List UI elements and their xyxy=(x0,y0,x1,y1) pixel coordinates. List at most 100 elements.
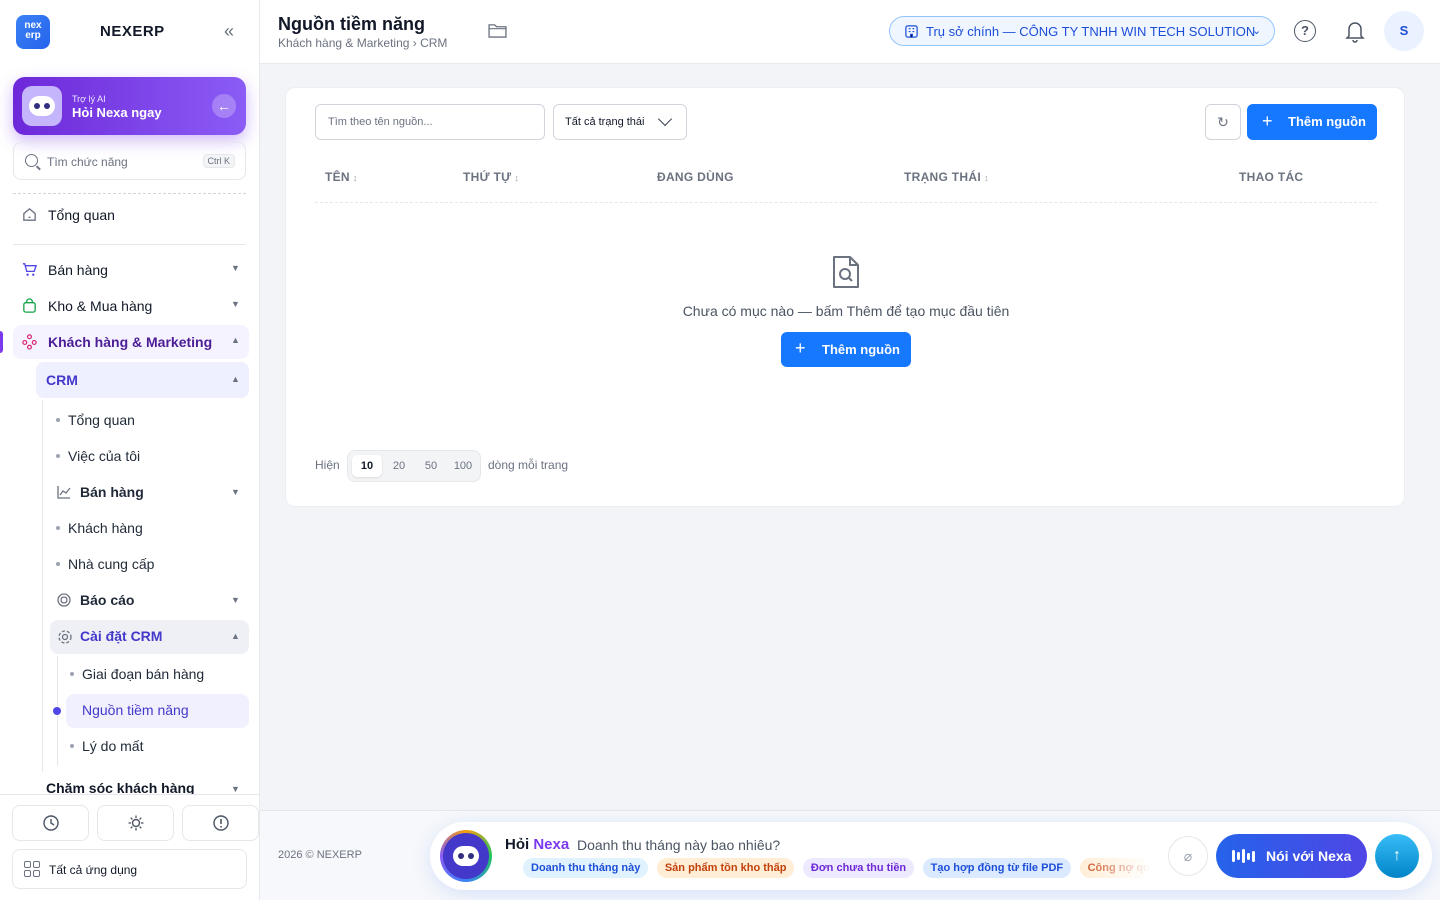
line-chart-icon xyxy=(57,486,71,499)
clock-icon xyxy=(42,815,59,831)
sort-icon: ↕ xyxy=(984,173,989,183)
bullet xyxy=(56,562,60,566)
bullet xyxy=(70,672,74,676)
all-apps-label: Tất cả ứng dụng xyxy=(49,863,138,877)
grid-icon xyxy=(24,861,40,877)
ai-card-subtitle: Trợ lý AI xyxy=(72,94,106,104)
column-header-status[interactable]: TRẠNG THÁI ↕ xyxy=(904,170,989,184)
empty-add-source-label: Thêm nguồn xyxy=(822,342,900,357)
column-header-in-use: ĐANG DÙNG xyxy=(657,170,734,184)
nav-crm[interactable]: CRM ▲ xyxy=(36,362,249,398)
suggestion-chip[interactable]: Đơn chưa thu tiền xyxy=(802,858,915,878)
page-size-option[interactable]: 50 xyxy=(416,455,446,477)
add-source-button[interactable]: + Thêm nguồn xyxy=(1247,104,1377,140)
alert-circle-icon xyxy=(212,815,229,831)
nav-group-inventory[interactable]: Kho & Mua hàng ▼ xyxy=(0,289,260,323)
chevron-up-icon: ▲ xyxy=(231,631,240,641)
status-filter-select[interactable]: Tất cả trạng thái xyxy=(553,104,687,140)
send-button[interactable]: ↑ xyxy=(1375,834,1419,878)
status-filter-value: Tất cả trạng thái xyxy=(565,116,645,128)
sidebar-item-sales-stages[interactable]: Giai đoạn bán hàng xyxy=(66,658,249,690)
sort-icon: ↕ xyxy=(514,173,520,183)
source-search-input[interactable] xyxy=(315,104,545,140)
column-header-name[interactable]: TÊN ↕ xyxy=(325,170,358,184)
refresh-button[interactable]: ↻ xyxy=(1205,104,1241,140)
sidebar-item-suppliers[interactable]: Nhà cung cấp xyxy=(50,548,249,580)
add-source-label: Thêm nguồn xyxy=(1288,114,1366,129)
brand-logo[interactable]: nex erp xyxy=(16,15,50,49)
report-circle-icon xyxy=(57,593,71,607)
function-search-input[interactable]: Tìm chức năng Ctrl K xyxy=(13,142,246,180)
nav-overview-label: Tổng quan xyxy=(48,207,115,223)
page-size-prefix: Hiện xyxy=(315,458,340,472)
company-selector[interactable]: Trụ sở chính — CÔNG TY TNHH WIN TECH SOL… xyxy=(889,16,1275,46)
column-header-order[interactable]: THỨ TỰ ↕ xyxy=(463,170,519,184)
company-label: Trụ sở chính — CÔNG TY TNHH WIN TECH SOL… xyxy=(926,24,1256,39)
sidebar-item-loss-reasons[interactable]: Lý do mất xyxy=(66,730,249,762)
breadcrumb[interactable]: Khách hàng & Marketing › CRM xyxy=(278,36,447,50)
chevron-up-icon: ▲ xyxy=(231,335,240,345)
bell-icon[interactable] xyxy=(1344,19,1366,43)
arrow-up-icon: ↑ xyxy=(1393,847,1401,864)
paperclip-icon: ⌀ xyxy=(1183,848,1193,864)
sidebar-item-my-tasks[interactable]: Việc của tôi xyxy=(50,440,249,472)
bag-icon xyxy=(23,298,36,313)
page-size-suffix: dòng mỗi trang xyxy=(488,458,569,472)
home-icon xyxy=(23,207,36,221)
sidebar: nex erp NEXERP « Trợ lý AI Hỏi Nexa ngay… xyxy=(0,0,260,900)
page-size-selector: 10 20 50 100 xyxy=(347,450,481,482)
suggestion-chip[interactable]: Công nợ quá hạn xyxy=(1079,858,1151,878)
help-icon[interactable]: ? xyxy=(1294,20,1316,42)
sort-icon: ↕ xyxy=(352,173,358,183)
sidebar-item-label: Lý do mất xyxy=(82,738,144,754)
empty-add-source-button[interactable]: + Thêm nguồn xyxy=(781,332,911,367)
alert-button[interactable] xyxy=(182,805,259,841)
sidebar-item-crm-sales[interactable]: Bán hàng ▼ xyxy=(50,476,249,508)
arrow-left-icon[interactable]: ← xyxy=(212,94,236,118)
column-header-actions: THAO TÁC xyxy=(1239,170,1304,184)
folder-icon[interactable] xyxy=(488,23,507,38)
nav-group-customers-marketing[interactable]: Khách hàng & Marketing ▲ xyxy=(13,325,249,359)
sidebar-item-reports[interactable]: Báo cáo ▼ xyxy=(50,584,249,616)
users-network-icon xyxy=(22,334,37,350)
sidebar-item-crm-settings[interactable]: Cài đặt CRM ▲ xyxy=(50,620,249,654)
collapse-sidebar-icon[interactable]: « xyxy=(224,21,234,42)
attach-button[interactable]: ⌀ xyxy=(1168,836,1208,876)
ai-assistant-card[interactable]: Trợ lý AI Hỏi Nexa ngay ← xyxy=(13,77,246,135)
divider xyxy=(13,244,246,245)
sun-icon xyxy=(128,815,143,831)
search-icon xyxy=(25,154,38,167)
active-bullet xyxy=(53,707,61,715)
robot-icon xyxy=(453,846,479,866)
all-apps-button[interactable]: Tất cả ứng dụng xyxy=(12,849,247,889)
nav-overview[interactable]: Tổng quan xyxy=(0,198,260,232)
history-button[interactable] xyxy=(12,805,89,841)
page-size-option[interactable]: 100 xyxy=(448,455,478,477)
empty-state-message: Chưa có mục nào — bấm Thêm để tạo mục đầ… xyxy=(682,303,1010,319)
sidebar-item-label: Cài đặt CRM xyxy=(80,628,163,644)
suggestion-chip[interactable]: Sản phẩm tồn kho thấp xyxy=(656,858,795,878)
audio-wave-icon xyxy=(1232,849,1255,863)
suggestion-chip[interactable]: Doanh thu tháng này xyxy=(523,858,649,878)
chevron-down-icon: ⌄ xyxy=(1252,25,1262,37)
theme-toggle-button[interactable] xyxy=(97,805,174,841)
sidebar-item-crm-overview[interactable]: Tổng quan xyxy=(50,404,249,436)
suggestion-chip[interactable]: Tạo hợp đồng từ file PDF xyxy=(922,858,1072,878)
refresh-icon: ↻ xyxy=(1217,114,1229,130)
nav-group-sales[interactable]: Bán hàng ▼ xyxy=(0,253,260,287)
bullet xyxy=(56,418,60,422)
bullet xyxy=(56,526,60,530)
sidebar-item-customers[interactable]: Khách hàng xyxy=(50,512,249,544)
sidebar-item-lead-sources[interactable]: Nguồn tiềm năng xyxy=(66,694,249,728)
sidebar-item-label: Tổng quan xyxy=(68,412,135,428)
nav-group-label: Kho & Mua hàng xyxy=(48,298,153,314)
user-avatar[interactable]: S xyxy=(1384,11,1424,51)
page-size-option[interactable]: 10 xyxy=(352,455,382,477)
sidebar-item-label: Nguồn tiềm năng xyxy=(82,702,189,718)
ask-input[interactable]: Doanh thu tháng này bao nhiêu? xyxy=(577,837,780,853)
nexa-avatar[interactable] xyxy=(440,830,492,882)
divider xyxy=(13,193,246,194)
brand-name: NEXERP xyxy=(100,23,165,40)
talk-to-nexa-button[interactable]: Nói với Nexa xyxy=(1216,834,1367,878)
page-size-option[interactable]: 20 xyxy=(384,455,414,477)
